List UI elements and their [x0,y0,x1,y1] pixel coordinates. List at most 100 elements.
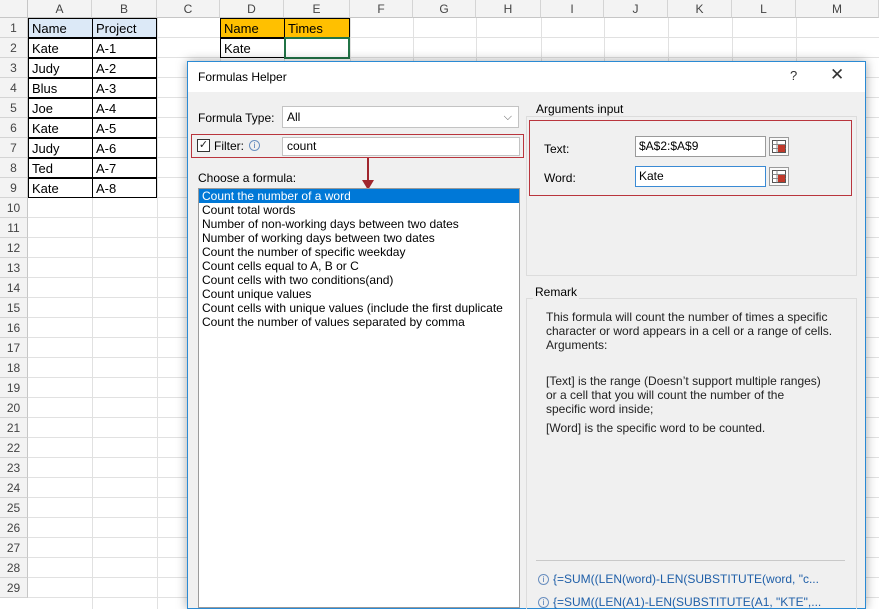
table-cell-name[interactable]: Blus [28,78,93,98]
text-range-select-button[interactable] [769,137,789,156]
remark-line: or a cell that you will count the number… [546,388,851,402]
list-item[interactable]: Count the number of values separated by … [199,315,519,329]
table2-cell-name[interactable]: Kate [220,38,285,58]
remark-line: Arguments: [546,338,851,352]
column-header-l[interactable]: L [732,0,796,18]
table2-header-name[interactable]: Name [220,18,285,38]
example-formula-text: {=SUM((LEN(A1)-LEN(SUBSTITUTE(A1, "KTE",… [553,595,821,609]
formula-list[interactable]: Count the number of a word Count total w… [198,188,520,608]
column-header-c[interactable]: C [157,0,220,18]
column-header-a[interactable]: A [28,0,92,18]
row-header[interactable]: 22 [0,438,28,458]
row-header[interactable]: 2 [0,38,28,58]
word-range-select-button[interactable] [769,167,789,186]
help-button[interactable]: ? [790,68,797,83]
table-header-project[interactable]: Project [92,18,157,38]
row-header[interactable]: 26 [0,518,28,538]
table2-header-times[interactable]: Times [284,18,350,38]
table-cell-project[interactable]: A-3 [92,78,157,98]
list-item[interactable]: Count total words [199,203,519,217]
column-header-b[interactable]: B [92,0,157,18]
info-icon: i [538,597,549,608]
row-header[interactable]: 13 [0,258,28,278]
example-formula-1[interactable]: i{=SUM((LEN(word)-LEN(SUBSTITUTE(word, "… [538,572,819,586]
table-cell-project[interactable]: A-8 [92,178,157,198]
row-header[interactable]: 7 [0,138,28,158]
column-header-i[interactable]: I [541,0,604,18]
table-cell-name[interactable]: Ted [28,158,93,178]
row-header[interactable]: 19 [0,378,28,398]
list-item[interactable]: Number of non-working days between two d… [199,217,519,231]
word-arg-input[interactable]: Kate [635,166,766,187]
table-cell-project[interactable]: A-1 [92,38,157,58]
row-header[interactable]: 5 [0,98,28,118]
column-header-d[interactable]: D [220,0,284,18]
row-header[interactable]: 20 [0,398,28,418]
table-header-name[interactable]: Name [28,18,93,38]
list-item[interactable]: Count the number of specific weekday [199,245,519,259]
example-formula-2[interactable]: i {=SUM((LEN(A1)-LEN(SUBSTITUTE(A1, "KTE"… [538,595,821,609]
select-all-corner[interactable] [0,0,28,18]
list-item[interactable]: Count unique values [199,287,519,301]
close-button[interactable]: ✕ [830,65,844,85]
row-header[interactable]: 23 [0,458,28,478]
row-header[interactable]: 15 [0,298,28,318]
range-select-icon [772,170,786,183]
row-header[interactable]: 11 [0,218,28,238]
list-item[interactable]: Number of working days between two dates [199,231,519,245]
table-cell-project[interactable]: A-7 [92,158,157,178]
row-header[interactable]: 1 [0,18,28,38]
table-cell-name[interactable]: Judy [28,58,93,78]
table-cell-project[interactable]: A-4 [92,98,157,118]
filter-label: Filter: [214,139,244,153]
table-cell-project[interactable]: A-6 [92,138,157,158]
remark-divider [536,560,845,561]
row-header[interactable]: 17 [0,338,28,358]
dialog-titlebar[interactable]: Formulas Helper ? ✕ [188,62,865,92]
info-icon[interactable]: i [249,140,260,151]
row-header[interactable]: 29 [0,578,28,598]
table-cell-name[interactable]: Judy [28,138,93,158]
list-item[interactable]: Count cells with two conditions(and) [199,273,519,287]
selected-cell-e2[interactable] [284,37,350,59]
table-cell-name[interactable]: Kate [28,38,93,58]
text-arg-label: Text: [544,142,569,156]
list-item[interactable]: Count the number of a word [199,189,519,203]
table-cell-name[interactable]: Kate [28,118,93,138]
row-header[interactable]: 4 [0,78,28,98]
column-header-h[interactable]: H [476,0,541,18]
dialog-title: Formulas Helper [198,70,287,84]
row-header[interactable]: 8 [0,158,28,178]
row-header[interactable]: 21 [0,418,28,438]
row-header[interactable]: 3 [0,58,28,78]
list-item[interactable]: Count cells with unique values (include … [199,301,519,315]
row-header[interactable]: 25 [0,498,28,518]
row-header[interactable]: 14 [0,278,28,298]
column-header-m[interactable]: M [796,0,879,18]
text-arg-input[interactable]: $A$2:$A$9 [635,136,766,157]
row-header[interactable]: 27 [0,538,28,558]
row-header[interactable]: 18 [0,358,28,378]
row-header[interactable]: 24 [0,478,28,498]
row-header[interactable]: 28 [0,558,28,578]
table-cell-name[interactable]: Kate [28,178,93,198]
row-header[interactable]: 6 [0,118,28,138]
row-header[interactable]: 12 [0,238,28,258]
row-header[interactable]: 9 [0,178,28,198]
remark-line: character or word appears in a cell or a… [546,324,851,338]
table-cell-project[interactable]: A-5 [92,118,157,138]
table-cell-project[interactable]: A-2 [92,58,157,78]
table-cell-name[interactable]: Joe [28,98,93,118]
formula-type-dropdown[interactable]: All ⌵ [282,106,519,128]
chevron-down-icon: ⌵ [504,107,512,127]
filter-input[interactable]: count [282,137,520,156]
column-header-j[interactable]: J [604,0,668,18]
column-header-e[interactable]: E [284,0,350,18]
list-item[interactable]: Count cells equal to A, B or C [199,259,519,273]
row-header[interactable]: 10 [0,198,28,218]
column-header-f[interactable]: F [350,0,413,18]
filter-checkbox[interactable]: ✓ [197,139,210,152]
column-header-k[interactable]: K [668,0,732,18]
row-header[interactable]: 16 [0,318,28,338]
column-header-g[interactable]: G [413,0,476,18]
